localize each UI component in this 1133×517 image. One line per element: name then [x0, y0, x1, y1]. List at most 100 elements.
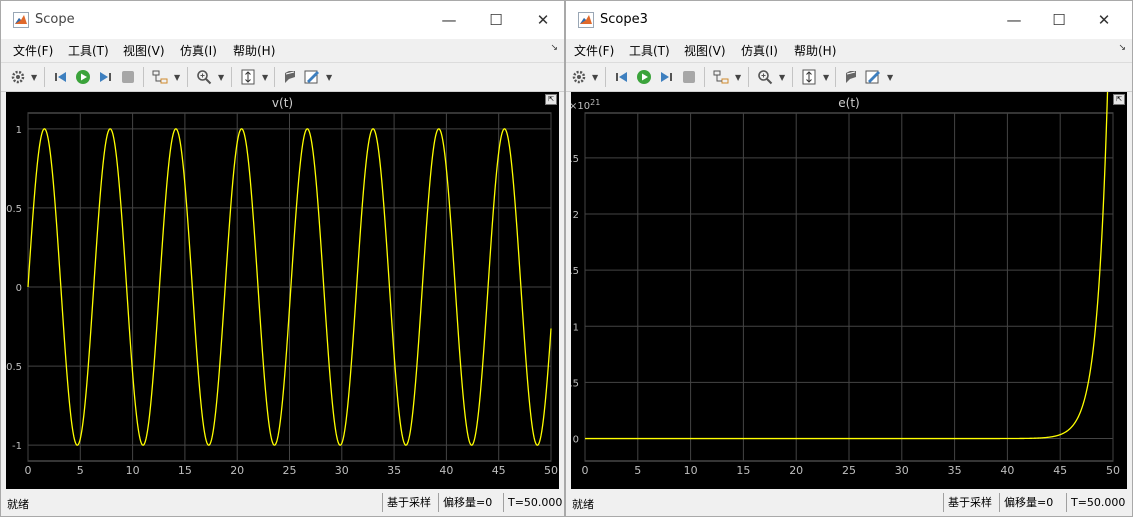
- time-status: T=50.000: [503, 493, 564, 512]
- menu-help[interactable]: 帮助(H): [233, 42, 275, 59]
- status-bar: 就绪 基于采样 偏移量=0 T=50.000: [566, 490, 1132, 516]
- signal-selector-dropdown-icon[interactable]: ▼: [735, 73, 741, 82]
- toolbar-separator: [143, 67, 144, 87]
- signal-selector-icon[interactable]: [152, 69, 168, 85]
- stop-icon[interactable]: [681, 69, 697, 85]
- zoom-icon[interactable]: [196, 69, 212, 85]
- settings-dropdown-icon[interactable]: ▼: [592, 73, 598, 82]
- close-button[interactable]: ✕: [1093, 9, 1115, 31]
- style-icon[interactable]: [865, 69, 881, 85]
- close-button[interactable]: ✕: [532, 9, 554, 31]
- matlab-logo-icon: [578, 12, 594, 28]
- y-tick-label: -0.5: [6, 362, 22, 373]
- x-tick-label: 30: [335, 464, 349, 477]
- y-tick-label: -1: [12, 441, 22, 452]
- step-back-icon[interactable]: [614, 69, 630, 85]
- menu-bar: 文件(F) 工具(T) 视图(V) 仿真(I) 帮助(H) ↘: [1, 39, 564, 61]
- gear-icon[interactable]: [10, 69, 26, 85]
- highlight-block-icon[interactable]: [282, 69, 298, 85]
- x-tick-label: 35: [387, 464, 401, 477]
- autoscale-icon[interactable]: [801, 69, 817, 85]
- time-status: T=50.000: [1066, 493, 1129, 512]
- scope-plot: 0 5 10 15 20 25 30 35 40 45 50 0 0.5 1 1.5 2 2.5 ×1021: [571, 92, 1120, 477]
- toolbar-separator: [792, 67, 793, 87]
- sample-mode-status: 基于采样: [943, 493, 996, 512]
- window-title: Scope3: [600, 12, 648, 27]
- style-icon[interactable]: [304, 69, 320, 85]
- y-tick-label: 1: [573, 322, 579, 333]
- zoom-dropdown-icon[interactable]: ▼: [779, 73, 785, 82]
- step-forward-icon[interactable]: [97, 69, 113, 85]
- settings-dropdown-icon[interactable]: ▼: [31, 73, 37, 82]
- x-tick-label: 0: [582, 464, 589, 477]
- plot-panel[interactable]: e(t) ⇱ 0510152025303540455000.511.522.5×…: [571, 92, 1127, 489]
- x-tick-label: 5: [634, 464, 641, 477]
- menu-file[interactable]: 文件(F): [574, 42, 614, 59]
- toolbar: ▼ ▼ ▼ ▼ ▼: [1, 62, 564, 92]
- status-text: 就绪: [572, 498, 594, 511]
- menu-tools[interactable]: 工具(T): [68, 42, 109, 59]
- offset-status: 偏移量=0: [438, 493, 496, 512]
- style-dropdown-icon[interactable]: ▼: [887, 73, 893, 82]
- menu-tools[interactable]: 工具(T): [629, 42, 670, 59]
- window-title: Scope: [35, 12, 75, 27]
- x-tick-label: 0: [25, 464, 32, 477]
- maximize-button[interactable]: ☐: [1048, 9, 1070, 31]
- x-tick-label: 20: [230, 464, 244, 477]
- toolbar-separator: [748, 67, 749, 87]
- signal-selector-dropdown-icon[interactable]: ▼: [174, 73, 180, 82]
- highlight-block-icon[interactable]: [843, 69, 859, 85]
- plot-panel[interactable]: v(t) ⇱ 05101520253035404550-1-0.500.51: [6, 92, 559, 489]
- menu-file[interactable]: 文件(F): [13, 42, 53, 59]
- run-icon[interactable]: [75, 69, 91, 85]
- x-tick-label: 10: [684, 464, 698, 477]
- title-bar[interactable]: Scope3 — ☐ ✕: [566, 1, 1132, 39]
- y-axis-exponent: ×1021: [571, 98, 600, 112]
- menu-simulation[interactable]: 仿真(I): [741, 42, 778, 59]
- x-tick-label: 35: [948, 464, 962, 477]
- menu-bar: 文件(F) 工具(T) 视图(V) 仿真(I) 帮助(H) ↘: [566, 39, 1132, 61]
- y-tick-label: 0.5: [6, 204, 22, 215]
- signal-selector-icon[interactable]: [713, 69, 729, 85]
- menu-help[interactable]: 帮助(H): [794, 42, 836, 59]
- maximize-button[interactable]: ☐: [485, 9, 507, 31]
- autoscale-dropdown-icon[interactable]: ▼: [823, 73, 829, 82]
- x-tick-label: 40: [1000, 464, 1014, 477]
- y-tick-label: 1: [16, 125, 22, 136]
- menu-view[interactable]: 视图(V): [684, 42, 726, 59]
- autoscale-dropdown-icon[interactable]: ▼: [262, 73, 268, 82]
- x-tick-label: 30: [895, 464, 909, 477]
- status-bar: 就绪 基于采样 偏移量=0 T=50.000: [1, 490, 564, 516]
- x-tick-label: 10: [126, 464, 140, 477]
- toolbar-separator: [835, 67, 836, 87]
- title-bar[interactable]: Scope — ☐ ✕: [1, 1, 564, 39]
- autoscale-icon[interactable]: [240, 69, 256, 85]
- toolbar: ▼ ▼ ▼ ▼ ▼: [566, 62, 1132, 92]
- toolbar-separator: [605, 67, 606, 87]
- y-tick-label: 0: [573, 435, 579, 446]
- scope3-window: Scope3 — ☐ ✕ 文件(F) 工具(T) 视图(V) 仿真(I) 帮助(…: [565, 0, 1133, 517]
- menu-collapse-icon[interactable]: ↘: [1118, 43, 1126, 53]
- toolbar-separator: [274, 67, 275, 87]
- menu-collapse-icon[interactable]: ↘: [550, 43, 558, 53]
- step-forward-icon[interactable]: [658, 69, 674, 85]
- run-icon[interactable]: [636, 69, 652, 85]
- sample-mode-status: 基于采样: [382, 493, 435, 512]
- scope-window: Scope — ☐ ✕ 文件(F) 工具(T) 视图(V) 仿真(I) 帮助(H…: [0, 0, 565, 517]
- step-back-icon[interactable]: [53, 69, 69, 85]
- gear-icon[interactable]: [571, 69, 587, 85]
- minimize-button[interactable]: —: [438, 9, 460, 31]
- zoom-dropdown-icon[interactable]: ▼: [218, 73, 224, 82]
- toolbar-separator: [187, 67, 188, 87]
- x-tick-label: 40: [439, 464, 453, 477]
- zoom-icon[interactable]: [757, 69, 773, 85]
- x-tick-label: 15: [178, 464, 192, 477]
- stop-icon[interactable]: [120, 69, 136, 85]
- x-tick-label: 20: [789, 464, 803, 477]
- x-tick-label: 25: [842, 464, 856, 477]
- x-tick-label: 5: [77, 464, 84, 477]
- style-dropdown-icon[interactable]: ▼: [326, 73, 332, 82]
- menu-simulation[interactable]: 仿真(I): [180, 42, 217, 59]
- minimize-button[interactable]: —: [1003, 9, 1025, 31]
- menu-view[interactable]: 视图(V): [123, 42, 165, 59]
